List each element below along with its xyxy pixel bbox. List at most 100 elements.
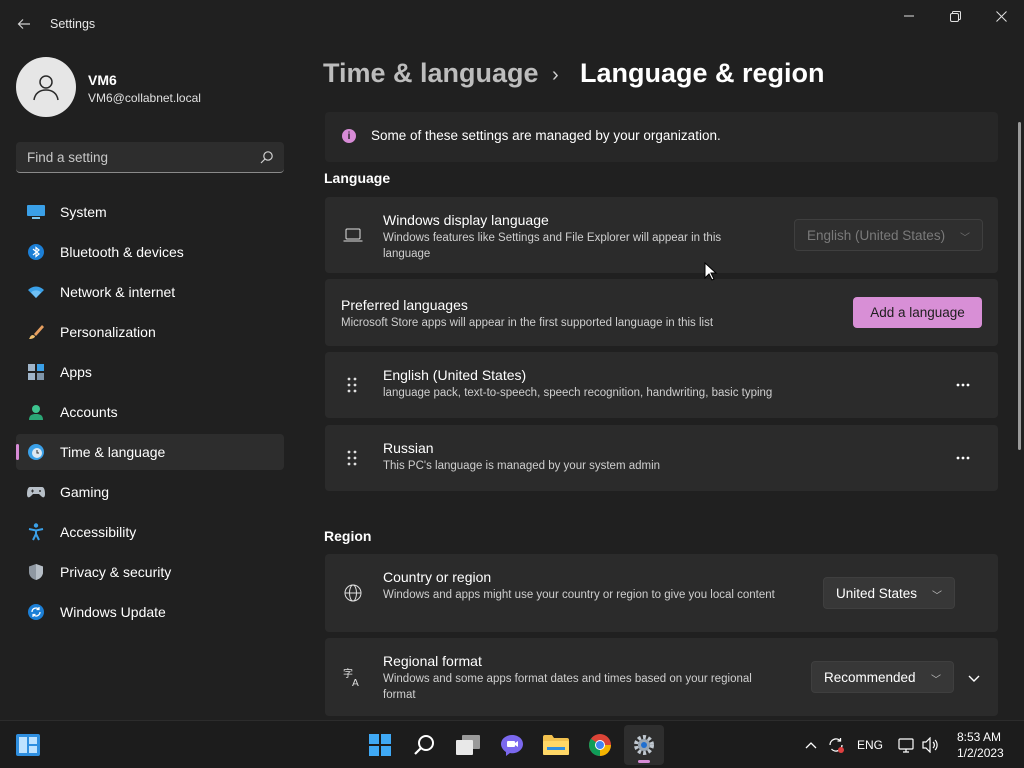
sidebar-item-apps[interactable]: Apps [16, 354, 284, 390]
sync-tray-button[interactable] [824, 725, 848, 765]
sidebar-item-label: Windows Update [60, 604, 166, 620]
settings-icon [634, 735, 654, 755]
laptop-icon [343, 225, 363, 245]
taskbar: ENG [0, 720, 1024, 768]
sidebar-item-time-language[interactable]: Time & language [16, 434, 284, 470]
accounts-icon [27, 403, 45, 421]
chevron-down-icon: ﹀ [932, 591, 942, 602]
drag-handle-icon[interactable] [342, 448, 362, 468]
selection-indicator [16, 444, 19, 460]
restore-button[interactable] [932, 0, 978, 32]
chrome-button[interactable] [580, 725, 620, 765]
add-language-button[interactable]: Add a language [853, 297, 982, 328]
gamepad-icon [27, 483, 45, 501]
user-icon [33, 75, 59, 101]
minimize-icon [904, 15, 914, 17]
country-region-description: Windows and apps might use your country … [383, 589, 775, 601]
language-item-english[interactable]: English (United States) language pack, t… [325, 352, 998, 418]
accessibility-icon [27, 523, 45, 541]
user-email: VM6@collabnet.local [88, 91, 201, 105]
regional-format-icon: 字A [343, 667, 363, 687]
managed-info-bar: i Some of these settings are managed by … [325, 112, 998, 162]
region-section-title: Region [324, 528, 372, 544]
start-button[interactable] [360, 725, 400, 765]
network-tray-button[interactable] [895, 725, 919, 765]
display-language-description: Windows features like Settings and File … [383, 232, 722, 260]
regional-format-card[interactable]: 字A Regional format Windows and some apps… [325, 638, 998, 716]
sidebar-item-personalization[interactable]: Personalization [16, 314, 284, 350]
shield-icon [27, 563, 45, 581]
sidebar-item-label: Bluetooth & devices [60, 244, 184, 260]
display-language-dropdown[interactable]: English (United States) ﹀ [794, 219, 983, 251]
clock-time[interactable]: 8:53 AM [957, 730, 1001, 744]
restore-icon [949, 10, 961, 22]
widgets-icon [16, 734, 40, 756]
more-options-button[interactable] [948, 370, 978, 400]
user-name: VM6 [88, 72, 117, 88]
search-input[interactable]: Find a setting [16, 142, 284, 173]
country-region-value: United States [836, 585, 918, 601]
apps-icon [27, 363, 45, 381]
close-button[interactable] [978, 0, 1024, 32]
input-language-indicator[interactable]: ENG [857, 721, 883, 768]
country-region-dropdown[interactable]: United States ﹀ [823, 577, 955, 609]
avatar[interactable] [16, 57, 76, 117]
globe-icon [343, 583, 363, 603]
sidebar-item-label: Accessibility [60, 524, 137, 540]
start-icon [369, 734, 391, 756]
minimize-button[interactable] [886, 0, 932, 32]
update-icon [27, 603, 45, 621]
language-description: This PC's language is managed by your sy… [383, 460, 661, 472]
clock-date[interactable]: 1/2/2023 [957, 746, 1004, 760]
window-title: Settings [50, 17, 96, 31]
search-icon [260, 151, 273, 164]
breadcrumb-parent[interactable]: Time & language [323, 58, 539, 89]
chat-button[interactable] [492, 725, 532, 765]
sidebar-item-label: Privacy & security [60, 564, 172, 580]
settings-taskbar-button[interactable] [624, 725, 664, 765]
file-explorer-button[interactable] [536, 725, 576, 765]
sidebar-item-label: Accounts [60, 404, 118, 420]
sidebar-item-label: System [60, 204, 107, 220]
more-icon [956, 383, 970, 387]
title-bar: Settings [0, 0, 1024, 48]
scrollbar[interactable] [1018, 122, 1021, 450]
expand-chevron-icon[interactable] [964, 669, 984, 689]
language-description: language pack, text-to-speech, speech re… [383, 387, 773, 399]
display-language-title: Windows display language [383, 212, 549, 228]
language-item-russian[interactable]: Russian This PC's language is managed by… [325, 425, 998, 491]
search-icon [414, 735, 434, 755]
back-arrow-icon [17, 19, 30, 29]
more-options-button[interactable] [948, 443, 978, 473]
sidebar-item-bluetooth[interactable]: Bluetooth & devices [16, 234, 284, 270]
sidebar-item-privacy[interactable]: Privacy & security [16, 554, 284, 590]
sidebar-item-accounts[interactable]: Accounts [16, 394, 284, 430]
more-icon [956, 456, 970, 460]
taskbar-search-button[interactable] [404, 725, 444, 765]
sidebar-item-gaming[interactable]: Gaming [16, 474, 284, 510]
drag-handle-icon[interactable] [342, 375, 362, 395]
page-title: Language & region [580, 58, 825, 88]
regional-format-dropdown[interactable]: Recommended ﹀ [811, 661, 954, 693]
task-view-button[interactable] [448, 725, 488, 765]
preferred-languages-description: Microsoft Store apps will appear in the … [341, 317, 714, 329]
back-button[interactable] [12, 10, 36, 38]
brush-icon [27, 323, 45, 341]
file-explorer-icon [543, 735, 569, 755]
network-icon [898, 738, 914, 753]
regional-format-description: Windows and some apps format dates and t… [383, 673, 752, 701]
language-section-title: Language [324, 170, 391, 186]
info-icon: i [342, 129, 356, 143]
sidebar-item-network[interactable]: Network & internet [16, 274, 284, 310]
preferred-languages-card: Preferred languages Microsoft Store apps… [325, 279, 998, 346]
chrome-icon [589, 734, 611, 756]
volume-tray-button[interactable] [919, 725, 943, 765]
country-region-card: Country or region Windows and apps might… [325, 554, 998, 632]
mouse-cursor-icon [704, 262, 718, 281]
search-placeholder: Find a setting [27, 150, 109, 165]
sidebar-item-accessibility[interactable]: Accessibility [16, 514, 284, 550]
sidebar-item-system[interactable]: System [16, 194, 284, 230]
show-hidden-icons-button[interactable] [800, 725, 822, 765]
widgets-button[interactable] [8, 725, 48, 765]
sidebar-item-windows-update[interactable]: Windows Update [16, 594, 284, 630]
